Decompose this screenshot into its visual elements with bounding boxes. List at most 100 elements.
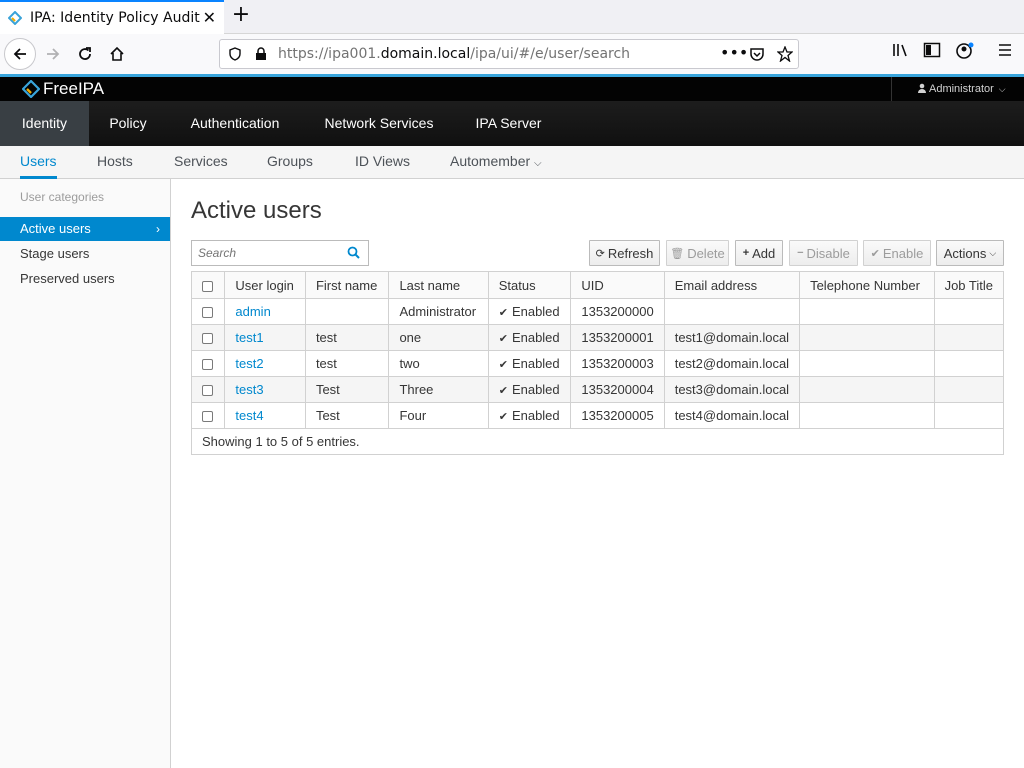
column-header[interactable]: User login	[224, 271, 306, 299]
status-cell: ✔ Enabled	[487, 376, 572, 403]
page-title: Active users	[191, 197, 322, 224]
column-header[interactable]: Email address	[663, 271, 801, 299]
last-name-cell: two	[388, 350, 489, 377]
column-header[interactable]: UID	[570, 271, 665, 299]
nav-network-services[interactable]: Network Services	[303, 101, 455, 146]
row-select-cell	[190, 298, 226, 325]
bookmark-star-icon[interactable]	[777, 46, 793, 62]
nav-policy[interactable]: Policy	[89, 101, 167, 146]
column-header[interactable]: Last name	[388, 271, 489, 299]
forward-button-icon[interactable]	[37, 38, 69, 70]
freeipa-logo[interactable]: FreeIPA	[22, 79, 104, 99]
shield-icon[interactable]	[228, 47, 242, 61]
email-cell: test4@domain.local	[663, 402, 801, 429]
subnav-automember[interactable]: Automember ⌵	[450, 153, 542, 169]
page-actions-icon[interactable]: •••	[720, 43, 748, 62]
sidebar-item-preserved-users[interactable]: Preserved users	[0, 267, 170, 291]
nav-authentication[interactable]: Authentication	[167, 101, 303, 146]
user-login-cell: test2	[224, 350, 306, 377]
plus-icon: +	[742, 247, 750, 259]
check-icon: ✔	[498, 333, 508, 345]
subnav-services[interactable]: Services	[174, 153, 228, 169]
uid-cell: 1353200004	[570, 376, 665, 403]
lock-icon[interactable]	[254, 47, 268, 61]
disable-button[interactable]: − Disable	[789, 240, 858, 266]
sidebar-toggle-icon[interactable]	[923, 42, 941, 58]
last-name-cell: one	[388, 324, 489, 351]
chevron-down-icon: ⌵	[989, 247, 997, 258]
library-icon[interactable]	[892, 42, 910, 58]
user-menu[interactable]: Administrator ⌵	[891, 77, 1024, 101]
chevron-down-icon: ⌵	[534, 158, 542, 169]
row-select-checkbox[interactable]	[202, 333, 213, 345]
user-login-link[interactable]: test3	[235, 382, 263, 397]
refresh-button[interactable]: ⟳ Refresh	[589, 240, 660, 266]
home-icon[interactable]	[101, 38, 133, 70]
user-login-link[interactable]: test1	[235, 330, 263, 345]
pocket-icon[interactable]	[750, 47, 764, 61]
telephone-cell	[799, 324, 935, 351]
table-row: test2 test two ✔ Enabled 1353200003 test2@doma…	[190, 350, 1005, 377]
email-cell: test2@domain.local	[663, 350, 801, 377]
account-icon[interactable]	[955, 42, 975, 60]
email-cell: test1@domain.local	[663, 324, 801, 351]
add-button[interactable]: + Add	[735, 240, 783, 266]
url-bar[interactable]: https://ipa001.domain.local/ipa/ui/#/e/u…	[219, 39, 799, 69]
row-select-checkbox[interactable]	[202, 385, 213, 397]
user-login-link[interactable]: test4	[235, 408, 263, 423]
telephone-cell	[799, 298, 935, 325]
delete-button[interactable]: 🗑 Delete	[666, 240, 729, 266]
delete-label: Delete	[687, 245, 725, 261]
row-select-checkbox[interactable]	[202, 307, 213, 319]
nav-ipa-server[interactable]: IPA Server	[455, 101, 562, 146]
status-cell: ✔ Enabled	[487, 324, 572, 351]
actions-dropdown[interactable]: Actions ⌵	[936, 240, 1004, 266]
hamburger-menu-icon[interactable]	[997, 42, 1013, 58]
new-tab-icon[interactable]: +	[230, 4, 252, 28]
table-row: test3 Test Three ✔ Enabled 1353200004 test3@do…	[190, 376, 1005, 403]
column-header[interactable]: Job Title	[933, 271, 1005, 299]
column-header[interactable]: Telephone Number	[799, 271, 935, 299]
primary-nav: Identity Policy Authentication Network S…	[0, 101, 1024, 146]
subnav-groups[interactable]: Groups	[267, 153, 313, 169]
browser-tab[interactable]: IPA: Identity Policy Audit ✕	[0, 0, 224, 34]
telephone-cell	[799, 402, 935, 429]
row-select-checkbox[interactable]	[202, 359, 213, 371]
search-input[interactable]	[192, 241, 342, 265]
sidebar-item-active-users[interactable]: Active users ›	[0, 217, 170, 241]
check-icon: ✔	[498, 359, 508, 371]
search-box	[191, 240, 369, 266]
user-login-cell: test1	[224, 324, 306, 351]
check-icon: ✔	[498, 411, 508, 423]
subnav-users[interactable]: Users	[20, 153, 57, 169]
sidebar-item-label: Active users	[20, 221, 91, 236]
status-cell: ✔ Enabled	[487, 298, 572, 325]
select-all-checkbox[interactable]	[202, 280, 213, 292]
add-label: Add	[752, 245, 776, 261]
subnav-hosts[interactable]: Hosts	[97, 153, 133, 169]
user-login-link[interactable]: admin	[235, 304, 270, 319]
column-header[interactable]: Status	[487, 271, 572, 299]
actions-label: Actions	[943, 245, 987, 261]
close-tab-icon[interactable]: ✕	[203, 10, 216, 26]
email-cell: test3@domain.local	[663, 376, 801, 403]
column-header[interactable]: First name	[304, 271, 390, 299]
enable-button[interactable]: ✔ Enable	[863, 240, 931, 266]
back-button-icon[interactable]	[4, 38, 36, 70]
row-select-checkbox[interactable]	[202, 411, 213, 423]
subnav-id-views[interactable]: ID Views	[355, 153, 410, 169]
search-icon[interactable]	[347, 246, 360, 259]
status-cell: ✔ Enabled	[487, 402, 572, 429]
sidebar-item-stage-users[interactable]: Stage users	[0, 242, 170, 266]
secondary-nav: Users Hosts Services Groups ID Views Aut…	[0, 146, 1024, 179]
user-login-link[interactable]: test2	[235, 356, 263, 371]
nav-identity[interactable]: Identity	[0, 101, 89, 146]
reload-icon[interactable]	[69, 38, 101, 70]
minus-icon: −	[797, 247, 804, 259]
url-text[interactable]: https://ipa001.domain.local/ipa/ui/#/e/u…	[278, 46, 630, 62]
table-row: test1 test one ✔ Enabled 1353200001 test1@doma…	[190, 324, 1005, 351]
job-title-cell	[933, 376, 1005, 403]
sidebar: User categories Active users › Stage use…	[0, 179, 171, 768]
first-name-cell: test	[304, 350, 390, 377]
trash-icon: 🗑	[670, 247, 685, 260]
